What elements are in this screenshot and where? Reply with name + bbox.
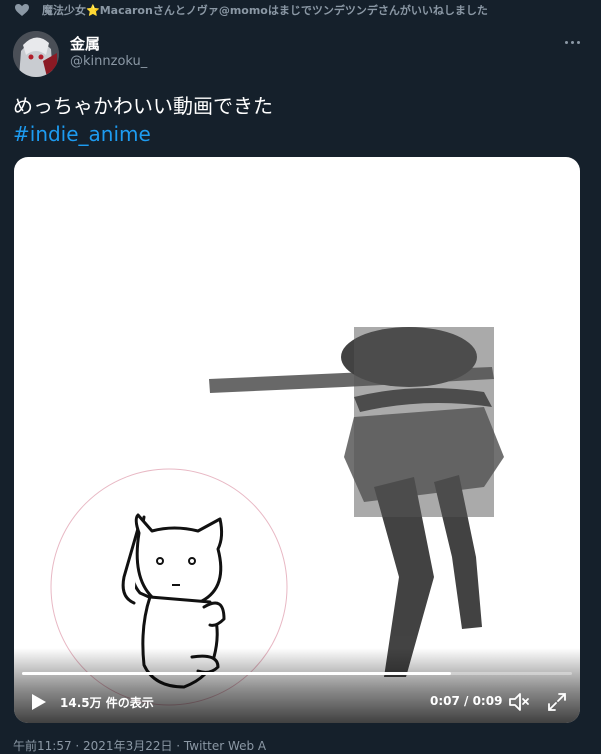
fullscreen-icon[interactable] — [546, 691, 568, 713]
volume-icon[interactable] — [507, 690, 531, 714]
social-context[interactable]: 魔法少女⭐Macaronさんとノヴァ@momoはまじでツンデツンデさんがいいねし… — [12, 0, 597, 20]
video-time: 0:07 / 0:09 — [430, 694, 503, 708]
social-context-text: 魔法少女⭐Macaronさんとノヴァ@momoはまじでツンデツンデさんがいいねし… — [42, 4, 488, 17]
avatar[interactable] — [13, 31, 59, 77]
view-count: 14.5万 件の表示 — [60, 696, 154, 710]
more-icon[interactable] — [562, 34, 582, 50]
author-name[interactable]: 金属 — [70, 33, 100, 54]
video-progress-fill — [22, 672, 451, 675]
play-icon[interactable] — [27, 691, 49, 713]
video-frame — [50, 327, 504, 706]
tweet-timestamp[interactable]: 午前11:57 · 2021年3月22日 · Twitter Web A — [13, 737, 266, 754]
video-progress-bar[interactable] — [22, 672, 572, 675]
video-player[interactable]: 14.5万 件の表示 0:07 / 0:09 — [14, 157, 580, 723]
hashtag-link[interactable]: #indie_anime — [13, 120, 151, 148]
heart-icon — [12, 3, 32, 17]
author-handle[interactable]: @kinnzoku_ — [70, 54, 147, 69]
video-controls-overlay — [14, 648, 580, 723]
tweet-text: めっちゃかわいい動画できた — [13, 94, 273, 118]
